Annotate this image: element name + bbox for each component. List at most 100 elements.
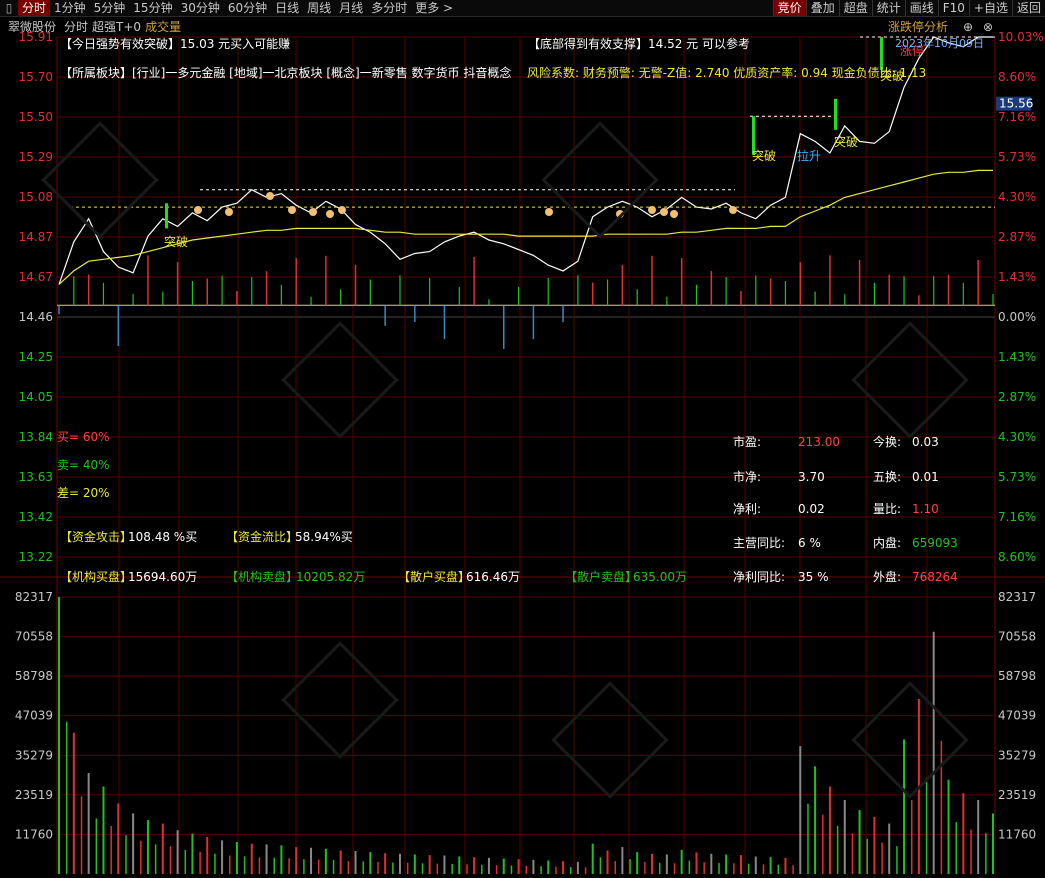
stat-label: 五换: xyxy=(873,470,901,484)
volume-bar xyxy=(214,853,216,874)
stat-value: 0.02 xyxy=(798,502,825,516)
stat-value: 3.70 xyxy=(798,470,825,484)
volume-bar xyxy=(451,863,453,874)
stat-label: 市净: xyxy=(733,469,761,484)
volume-label-right: 58798 xyxy=(998,669,1036,683)
stat-value: 768264 xyxy=(912,570,958,584)
diff-ratio: 差= 20% xyxy=(57,486,110,500)
volume-bar xyxy=(651,853,654,874)
stat-value: 0.01 xyxy=(912,470,939,484)
volume-bar xyxy=(636,852,639,874)
volume-label: 23519 xyxy=(15,788,53,802)
volume-bar xyxy=(303,859,305,874)
volume-bar xyxy=(295,847,298,874)
hand-marker-icon xyxy=(288,206,296,214)
hand-marker-icon xyxy=(545,208,553,216)
volume-bar xyxy=(354,851,357,874)
price-label: 14.87 xyxy=(19,230,53,244)
pct-label: 10.03% xyxy=(998,30,1044,44)
volume-bar xyxy=(436,863,439,874)
volume-bar xyxy=(421,863,424,874)
volume-bar xyxy=(265,844,268,874)
volume-bar xyxy=(754,856,757,874)
volume-bar xyxy=(977,799,980,874)
volume-bar xyxy=(970,829,972,874)
watermark-logo xyxy=(281,641,399,759)
volume-bar xyxy=(562,861,565,874)
volume-bar xyxy=(807,803,809,874)
hand-marker-icon xyxy=(309,208,317,216)
breakout-label: 突破 xyxy=(752,148,776,163)
volume-bar xyxy=(221,840,224,874)
volume-label-right: 82317 xyxy=(998,590,1036,604)
breakout-label: 突破 xyxy=(834,134,858,149)
volume-bar xyxy=(725,854,728,874)
hand-marker-icon xyxy=(648,206,656,214)
price-label: 14.05 xyxy=(19,390,53,404)
volume-bar xyxy=(718,862,720,874)
volume-bar xyxy=(962,793,965,874)
volume-bar xyxy=(132,813,135,874)
current-price: 15.56 xyxy=(999,97,1033,111)
stat-label: 量比: xyxy=(873,502,901,516)
volume-bar xyxy=(584,867,587,874)
price-label: 13.84 xyxy=(19,430,53,444)
volume-bar xyxy=(762,864,765,874)
volume-bar xyxy=(673,863,676,874)
volume-bar xyxy=(814,766,817,874)
volume-bar xyxy=(428,855,431,874)
volume-bar xyxy=(362,861,364,874)
pct-label: 1.43% xyxy=(998,270,1036,284)
hand-marker-icon xyxy=(194,206,202,214)
panel-title: 涨跌停分析 xyxy=(888,19,948,34)
add-icon: ⊕ xyxy=(963,20,973,34)
pct-label: 5.73% xyxy=(998,150,1036,164)
volume-bar xyxy=(606,850,609,874)
volume-bar xyxy=(398,853,401,874)
volume-bar xyxy=(517,859,520,874)
volume-bar xyxy=(769,857,772,874)
volume-bar xyxy=(777,864,780,874)
price-label: 14.46 xyxy=(19,310,53,324)
volume-bar xyxy=(992,813,994,874)
volume-bar xyxy=(169,846,172,874)
price-label: 15.50 xyxy=(19,110,53,124)
volume-bar xyxy=(599,857,602,874)
pct-label: 8.60% xyxy=(998,70,1036,84)
fund-attack-value: 108.48 %买 xyxy=(128,530,197,544)
volume-bar xyxy=(614,861,616,874)
volume-bar xyxy=(925,777,928,874)
volume-bar xyxy=(146,820,149,874)
stat-value: 6 % xyxy=(798,536,821,550)
volume-bar xyxy=(739,855,742,874)
price-label: 13.22 xyxy=(19,550,53,564)
volume-bar xyxy=(229,855,231,874)
stat-value: 213.00 xyxy=(798,435,840,449)
volume-label: 82317 xyxy=(15,590,53,604)
pct-label: 7.16% xyxy=(998,110,1036,124)
volume-bar xyxy=(102,786,105,874)
volume-bar xyxy=(58,597,60,874)
watermark-logo xyxy=(851,321,969,439)
volume-bar xyxy=(510,865,513,874)
pct-label: 7.16% xyxy=(998,510,1036,524)
breakout-bar xyxy=(165,203,168,229)
volume-label-right: 11760 xyxy=(998,827,1036,841)
volume-bar xyxy=(458,856,461,874)
inst-buy-value: 15694.60万 xyxy=(128,570,197,584)
volume-bar xyxy=(288,858,290,874)
hand-marker-icon xyxy=(660,208,668,216)
retail-buy-label: 【散户买盘】 xyxy=(398,569,470,584)
watermark-logo xyxy=(851,681,969,799)
volume-bar xyxy=(703,862,705,874)
hand-marker-icon xyxy=(729,206,737,214)
volume-bar xyxy=(206,836,209,874)
volume-bar xyxy=(910,799,913,874)
volume-bar xyxy=(250,843,253,874)
volume-bar xyxy=(443,855,446,874)
volume-bar xyxy=(710,853,713,874)
volume-bar xyxy=(836,825,839,874)
pct-label: 5.73% xyxy=(998,470,1036,484)
pct-label: 8.60% xyxy=(998,550,1036,564)
stat-label: 主营同比: xyxy=(733,536,785,550)
